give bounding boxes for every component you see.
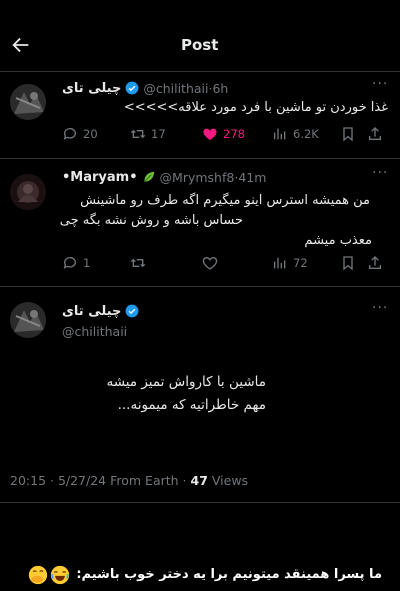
avatar[interactable] [10, 174, 46, 210]
author-name[interactable]: چیلی تای [62, 81, 121, 96]
views-button[interactable]: 72 [272, 255, 308, 271]
bookmark-button[interactable] [340, 255, 361, 271]
back-arrow-icon[interactable] [10, 34, 32, 56]
retweet-icon [130, 129, 146, 139]
author-row: چیلی تای [62, 302, 143, 320]
bookmark-button[interactable] [340, 126, 361, 142]
views-button[interactable]: 6.2K [272, 126, 319, 142]
hand-over-mouth-emoji [28, 565, 48, 585]
retweet-button[interactable]: 17 [130, 126, 166, 142]
tweet-actions: 20 17 278 6.2K [10, 126, 390, 144]
author-name[interactable]: چیلی تای [62, 304, 121, 319]
reply-actions: 1 72 [10, 255, 390, 273]
reply-button[interactable]: 20 [62, 126, 98, 142]
post-text-line: مهم خاطراتیه که میمونه... [117, 397, 266, 413]
post-views-label: Views [207, 473, 249, 488]
reply-icon [63, 128, 76, 140]
more-icon[interactable]: ··· [372, 165, 388, 181]
post-time[interactable]: 6h [212, 81, 228, 96]
page-title: Post [181, 36, 219, 54]
meme-caption: ما پسرا همینقد میتونیم برا یه دختر خوب ب… [76, 567, 382, 582]
post-text-line: ماشین با کارواش تمیز میشه [106, 374, 266, 390]
retweet-button[interactable] [130, 255, 151, 271]
share-button[interactable] [367, 126, 388, 142]
heart-icon [202, 256, 218, 270]
divider [0, 71, 400, 72]
avatar[interactable] [10, 84, 46, 120]
like-button[interactable]: 278 [202, 126, 245, 142]
avatar[interactable] [10, 302, 46, 338]
author-row: چیلی تای @chilithaii · 6h [62, 79, 228, 97]
reply-count: 1 [83, 256, 91, 270]
views-icon [274, 257, 286, 269]
tweet-text: غذا خوردن تو ماشین با فرد مورد علاقه>>>>… [123, 100, 388, 115]
reply-button[interactable]: 1 [62, 255, 90, 271]
divider [0, 502, 400, 503]
share-button[interactable] [367, 255, 388, 271]
reply-text-line: من همیشه استرس اینو میگیرم اگه طرف رو ما… [80, 193, 370, 208]
more-icon[interactable]: ··· [372, 76, 388, 92]
author-handle-row: @chilithaii [62, 322, 127, 340]
post-time[interactable]: 41m [238, 170, 266, 185]
top-bar: Post [0, 0, 400, 78]
divider [0, 158, 400, 159]
view-count: 6.2K [293, 127, 319, 141]
reply-count: 20 [83, 127, 98, 141]
post-view-count: 47 [190, 473, 208, 488]
author-handle[interactable]: @chilithaii [62, 324, 127, 339]
share-icon [369, 127, 381, 140]
reply-text-line: حساس باشه و روش نشه بگه چی [59, 213, 243, 228]
author-row: •Maryam• @Mrymshf8 · 41m [62, 168, 266, 186]
share-icon [369, 256, 381, 269]
view-count: 72 [293, 256, 308, 270]
bookmark-icon [343, 256, 353, 271]
author-handle[interactable]: @Mrymshf8 [160, 170, 235, 185]
verified-icon [125, 81, 139, 95]
divider [0, 286, 400, 287]
leaf-emoji [143, 171, 154, 182]
bookmark-icon [343, 127, 353, 142]
author-name[interactable]: •Maryam• [62, 170, 138, 185]
retweet-count: 17 [151, 127, 166, 141]
heart-icon [203, 128, 217, 140]
post-meta: 20:15 · 5/27/24 From Earth · 47 Views [10, 473, 248, 488]
more-icon[interactable]: ··· [372, 300, 388, 316]
verified-icon [125, 304, 139, 318]
like-count: 278 [223, 127, 245, 141]
laughing-emoji [50, 565, 70, 585]
reply-icon [63, 257, 76, 269]
post-timestamp[interactable]: 20:15 · 5/27/24 From Earth · [10, 473, 191, 488]
like-button[interactable] [202, 255, 223, 271]
reply-text-line: معذب میشم [304, 233, 372, 248]
author-handle[interactable]: @chilithaii [143, 81, 208, 96]
retweet-icon [130, 258, 146, 268]
views-icon [274, 128, 286, 140]
